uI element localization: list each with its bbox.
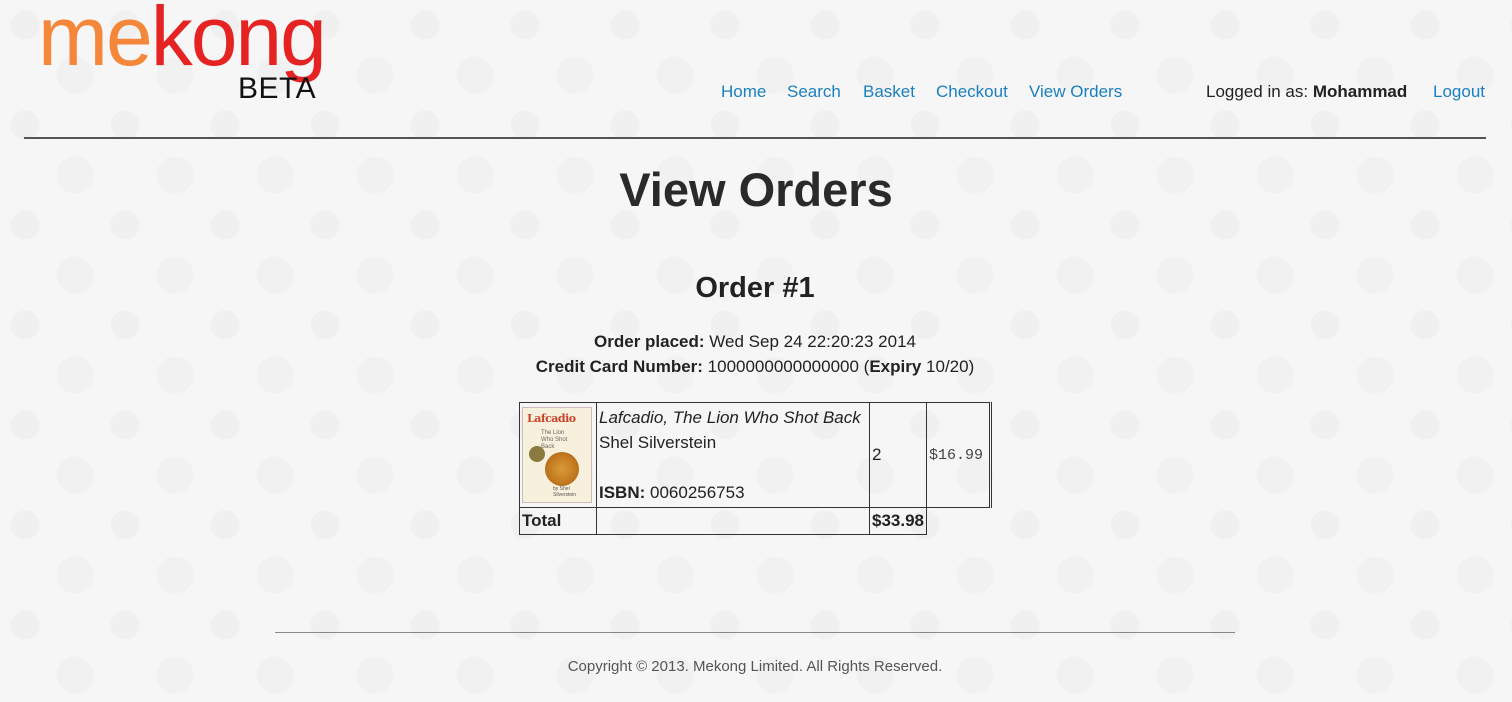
cover-title: Lafcadio bbox=[527, 412, 576, 425]
order-placed-label: Order placed: bbox=[594, 332, 705, 351]
isbn-label: ISBN: bbox=[599, 483, 646, 502]
total-label: Total bbox=[519, 507, 597, 535]
header-divider bbox=[24, 137, 1486, 139]
total-empty-cell bbox=[927, 508, 991, 535]
order-meta: Order placed: Wed Sep 24 22:20:23 2014 C… bbox=[0, 329, 1510, 379]
book-isbn: ISBN: 0060256753 bbox=[599, 480, 867, 505]
book-cover-image[interactable]: Lafcadio The Lion Who Shot Back by Shel … bbox=[522, 407, 592, 503]
nav-link-checkout[interactable]: Checkout bbox=[936, 82, 1008, 102]
item-quantity: 2 bbox=[869, 402, 927, 508]
order-title: Order #1 bbox=[695, 272, 815, 304]
logo-wordmark: mekong bbox=[38, 0, 327, 78]
credit-card-value: 1000000000000000 ( bbox=[702, 357, 870, 376]
item-price: $16.99 bbox=[926, 402, 992, 508]
total-row: Total $33.98 bbox=[519, 507, 991, 535]
order-items-table: Lafcadio The Lion Who Shot Back by Shel … bbox=[519, 402, 992, 535]
book-info-cell: Lafcadio, The Lion Who Shot Back Shel Si… bbox=[596, 402, 870, 508]
order-placed-value: Wed Sep 24 22:20:23 2014 bbox=[704, 332, 916, 351]
nav-link-home[interactable]: Home bbox=[721, 82, 766, 102]
credit-card-line: Credit Card Number: 1000000000000000 (Ex… bbox=[0, 354, 1510, 379]
logged-in-prefix: Logged in as: bbox=[1206, 82, 1313, 101]
book-author: Shel Silverstein bbox=[599, 433, 717, 452]
order-total-value: $33.98 bbox=[869, 507, 927, 535]
logout-link[interactable]: Logout bbox=[1433, 82, 1485, 102]
cover-author: by Shel Silverstein bbox=[553, 486, 577, 498]
footer-divider bbox=[275, 632, 1235, 633]
total-spacer-cell bbox=[596, 507, 870, 535]
nav-link-view-orders[interactable]: View Orders bbox=[1029, 82, 1122, 102]
nav-link-basket[interactable]: Basket bbox=[863, 82, 915, 102]
book-title[interactable]: Lafcadio, The Lion Who Shot Back bbox=[599, 405, 867, 430]
nav-link-search[interactable]: Search bbox=[787, 82, 841, 102]
page-title: View Orders bbox=[619, 163, 893, 216]
book-cover-cell: Lafcadio The Lion Who Shot Back by Shel … bbox=[519, 402, 597, 508]
lion-illustration-icon bbox=[545, 452, 579, 486]
cover-medal-icon bbox=[529, 446, 545, 462]
footer-copyright: Copyright © 2013. Mekong Limited. All Ri… bbox=[567, 658, 943, 675]
expiry-value: 10/20) bbox=[921, 357, 975, 376]
logged-in-username: Mohammad bbox=[1312, 82, 1408, 101]
logo-wordmark-kong: kong bbox=[150, 0, 327, 83]
expiry-label: Expiry bbox=[869, 357, 922, 376]
main-nav: Home Search Basket Checkout View Orders … bbox=[0, 82, 1512, 106]
order-placed-line: Order placed: Wed Sep 24 22:20:23 2014 bbox=[0, 329, 1510, 354]
logo-wordmark-me: me bbox=[38, 0, 153, 83]
logged-in-status: Logged in as: Mohammad bbox=[1206, 82, 1407, 102]
isbn-value: 0060256753 bbox=[645, 483, 745, 502]
table-row: Lafcadio The Lion Who Shot Back by Shel … bbox=[519, 402, 992, 508]
cover-subtitle: The Lion Who Shot Back bbox=[541, 430, 568, 450]
credit-card-label: Credit Card Number: bbox=[535, 357, 703, 376]
